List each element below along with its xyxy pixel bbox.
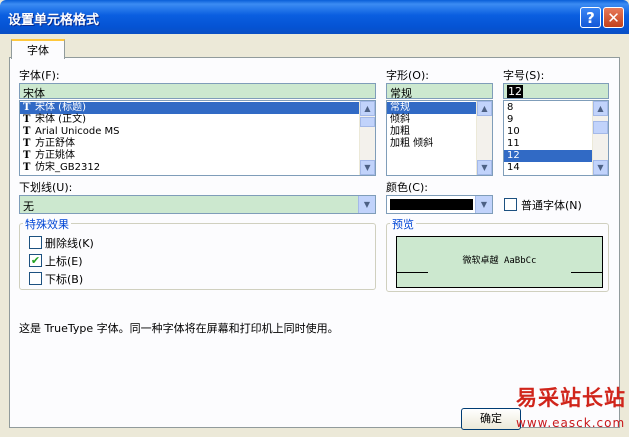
dialog-title: 设置单元格格式	[8, 13, 100, 28]
scroll-down-icon[interactable]: ▼	[477, 160, 492, 175]
normal-font-label: 普通字体(N)	[521, 199, 582, 212]
underline-select[interactable]: 无 ▼	[19, 195, 376, 214]
preview-baseline-left	[397, 272, 428, 273]
color-select[interactable]: ▼	[386, 195, 493, 214]
chevron-down-icon[interactable]: ▼	[358, 196, 375, 213]
style-list-scrollbar[interactable]: ▲ ▼	[476, 101, 492, 175]
color-swatch	[390, 199, 473, 210]
font-list-item[interactable]: T 宋体 (正文)	[20, 114, 375, 126]
preview-sample: 微软卓越 AaBbCc	[462, 256, 537, 266]
scroll-thumb[interactable]	[360, 117, 375, 127]
font-list-item[interactable]: T 仿宋_GB2312	[20, 162, 375, 174]
chevron-down-icon[interactable]: ▼	[475, 196, 492, 213]
help-button[interactable]: ?	[580, 7, 601, 28]
size-list-item-label: 12	[507, 150, 520, 161]
check-icon: ✔	[30, 254, 41, 267]
font-list-item[interactable]: T 方正舒体	[20, 138, 375, 150]
truetype-icon: T	[23, 102, 31, 113]
font-list-item-label: 宋体 (正文)	[35, 114, 86, 125]
font-list-item-label: 方正舒体	[35, 138, 75, 149]
effects-group-label: 特殊效果	[23, 216, 71, 232]
scroll-down-icon[interactable]: ▼	[360, 160, 375, 175]
truetype-icon: T	[23, 162, 31, 173]
size-list-item-label: 8	[507, 102, 514, 113]
size-input[interactable]: 12	[503, 83, 609, 99]
font-list-item-label: 仿宋_GB2312	[35, 162, 101, 173]
close-button[interactable]: ✕	[603, 7, 624, 28]
style-input[interactable]: 常规	[386, 83, 493, 100]
style-list-item-label: 倾斜	[390, 114, 410, 125]
style-list-item-label: 加粗 倾斜	[390, 138, 434, 149]
scroll-up-icon[interactable]: ▲	[360, 101, 375, 116]
size-list[interactable]: 8 9 10 11 12 14 ▲ ▼	[503, 100, 609, 176]
truetype-icon: T	[23, 114, 31, 125]
scroll-thumb[interactable]	[593, 121, 608, 134]
superscript-checkbox[interactable]: ✔	[29, 254, 42, 267]
truetype-icon: T	[23, 138, 31, 149]
font-list-item[interactable]: T Arial Unicode MS	[20, 126, 375, 138]
size-list-item-label: 10	[507, 126, 520, 137]
color-label: 颜色(C):	[386, 181, 428, 194]
font-input[interactable]: 宋体	[19, 83, 376, 100]
scroll-up-icon[interactable]: ▲	[593, 101, 608, 116]
size-list-item-label: 9	[507, 114, 514, 125]
font-label: 字体(F):	[19, 69, 60, 82]
size-label: 字号(S):	[503, 69, 545, 82]
truetype-icon: T	[23, 150, 31, 161]
preview-baseline-right	[571, 272, 602, 273]
size-list-item-label: 11	[507, 138, 520, 149]
style-label: 字形(O):	[386, 69, 429, 82]
font-list[interactable]: T 宋体 (标题) T 宋体 (正文) T Arial Unicode MS T 方正舒体 T 方…	[19, 100, 376, 176]
style-list[interactable]: 常规 倾斜 加粗 加粗 倾斜 ▲ ▼	[386, 100, 493, 176]
font-list-scrollbar[interactable]: ▲ ▼	[359, 101, 375, 175]
underline-label: 下划线(U):	[19, 181, 73, 194]
subscript-checkbox[interactable]	[29, 272, 42, 285]
size-list-scrollbar[interactable]: ▲ ▼	[592, 101, 608, 175]
format-cells-dialog: 设置单元格格式 ? ✕ 字体 字体(F): 宋体 T 宋体 (标题) T 宋体 (正文…	[0, 0, 629, 437]
font-list-item-label: 宋体 (标题)	[35, 102, 86, 113]
strikethrough-label: 删除线(K)	[45, 237, 94, 250]
info-text: 这是 TrueType 字体。同一种字体将在屏幕和打印机上同时使用。	[19, 322, 339, 335]
font-list-item-label: Arial Unicode MS	[35, 126, 120, 137]
strikethrough-checkbox[interactable]	[29, 236, 42, 249]
font-list-item[interactable]: T 宋体 (标题)	[20, 102, 375, 114]
underline-value: 无	[23, 200, 34, 213]
tab-font[interactable]: 字体	[11, 39, 65, 59]
size-list-item-label: 14	[507, 162, 520, 173]
style-list-item-label: 加粗	[390, 126, 410, 137]
subscript-label: 下标(B)	[45, 273, 84, 286]
size-input-value: 12	[507, 85, 523, 98]
scroll-down-icon[interactable]: ▼	[593, 160, 608, 175]
watermark-title: 易采站长站	[516, 385, 626, 410]
preview-box: 微软卓越 AaBbCc	[396, 236, 603, 288]
superscript-label: 上标(E)	[45, 255, 83, 268]
preview-group-label: 预览	[390, 216, 416, 232]
truetype-icon: T	[23, 126, 31, 137]
scroll-up-icon[interactable]: ▲	[477, 101, 492, 116]
watermark-logo: 易采站长站 www.easck.com	[506, 380, 629, 437]
style-list-item-label: 常规	[390, 102, 410, 113]
title-bar: 设置单元格格式 ? ✕	[0, 0, 629, 34]
normal-font-checkbox[interactable]	[504, 198, 517, 211]
font-list-item[interactable]: T 方正姚体	[20, 150, 375, 162]
watermark-url: www.easck.com	[516, 416, 626, 430]
font-list-item-label: 方正姚体	[35, 150, 75, 161]
